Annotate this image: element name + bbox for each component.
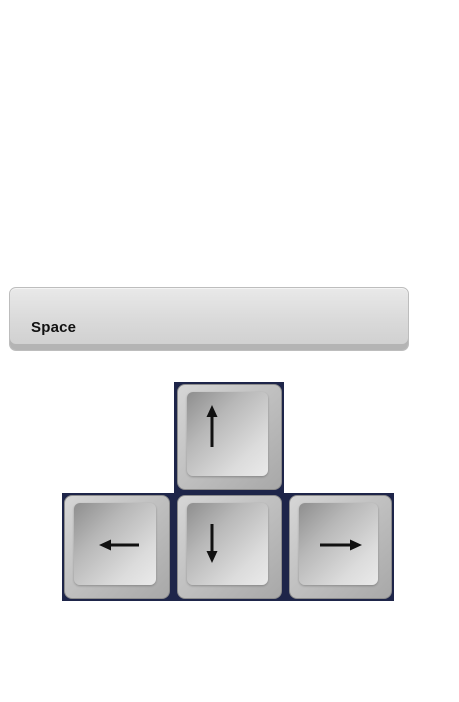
right-arrow-key[interactable] [289, 495, 392, 599]
space-key-label: Space [31, 319, 77, 336]
space-key[interactable]: Space [9, 287, 409, 351]
arrow-up-icon [206, 405, 218, 447]
arrow-down-icon [206, 524, 218, 563]
arrow-right-icon [320, 539, 362, 551]
up-arrow-key[interactable] [177, 384, 282, 490]
left-arrow-key[interactable] [64, 495, 170, 599]
down-arrow-key[interactable] [177, 495, 282, 599]
arrow-left-icon [99, 539, 139, 551]
